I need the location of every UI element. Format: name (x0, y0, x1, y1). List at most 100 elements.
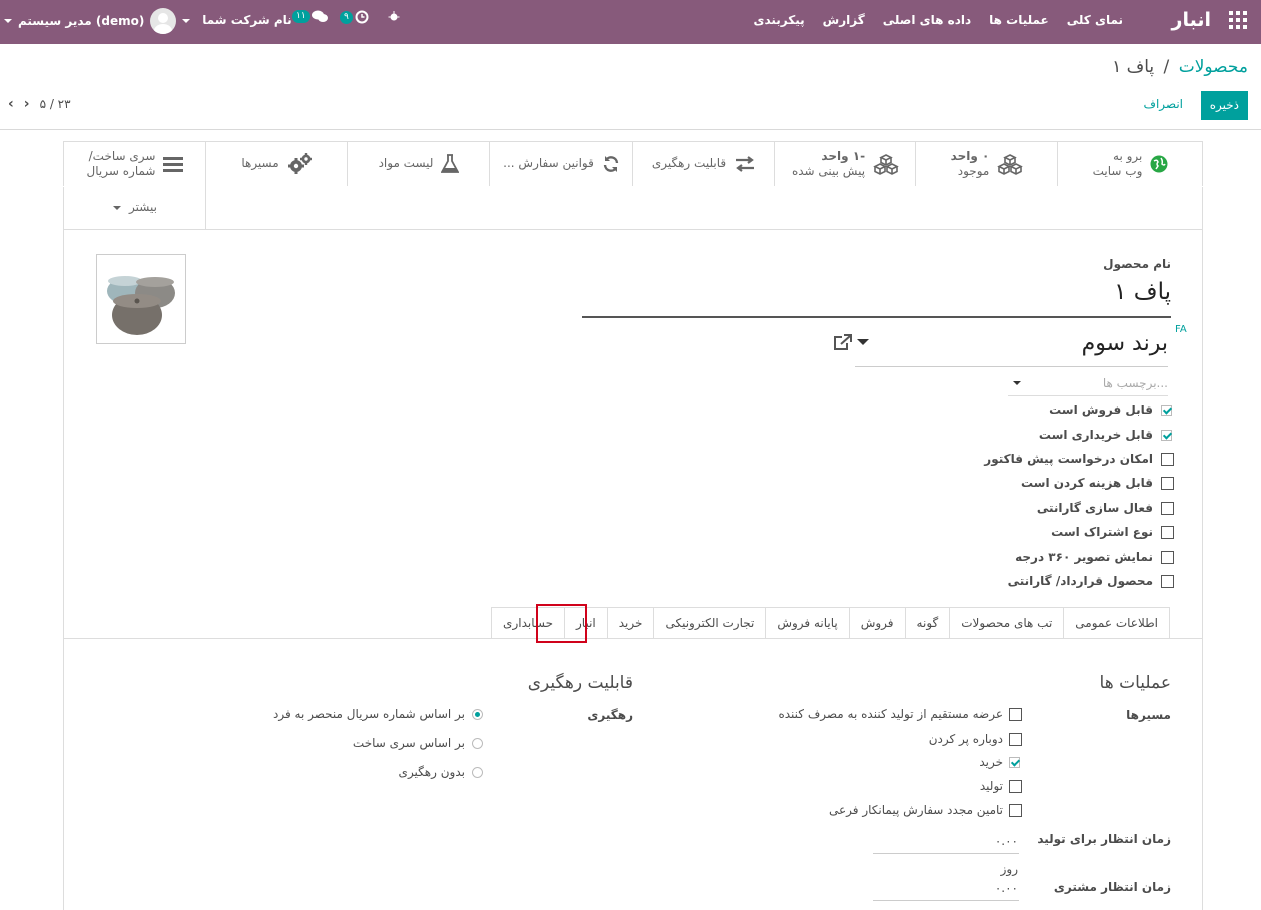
checkbox[interactable] (1009, 707, 1022, 721)
bom-label: لیست مواد (378, 156, 434, 170)
route-replenish[interactable]: دوباره پر کردن (929, 732, 1022, 746)
menu-item-configuration[interactable]: پیکربندی (753, 13, 804, 27)
forecast-button[interactable]: -۱ واحد پیش بینی شده (774, 141, 916, 186)
checkbox[interactable] (1161, 476, 1174, 490)
messages-badge: ۱۱ (292, 10, 310, 23)
menu-item-overview[interactable]: نمای کلی (1067, 13, 1123, 27)
route-buy[interactable]: خرید (979, 755, 1020, 769)
checkbox[interactable] (1161, 452, 1174, 466)
translate-button[interactable]: FA (1175, 324, 1187, 335)
route-dropship[interactable]: عرضه مستقیم از تولید کننده به مصرف کننده (778, 707, 1022, 721)
traceability-button[interactable]: قابلیت رهگیری (632, 141, 775, 186)
checkbox[interactable] (1009, 779, 1022, 793)
manufacturing-lead-field[interactable]: ۰.۰۰ (995, 834, 1018, 848)
app-brand[interactable]: انبار (1172, 9, 1211, 31)
warranty-checkbox[interactable]: فعال سازی گارانتی (1037, 501, 1174, 515)
image-360-checkbox[interactable]: نمایش تصویر ۳۶۰ درجه (1015, 550, 1174, 564)
checkbox[interactable] (1161, 550, 1174, 564)
website-button[interactable]: برو به وب سایت (1057, 141, 1203, 186)
lots-serials-button[interactable]: سری ساخت/شماره سریال (63, 141, 206, 186)
quotation-checkbox[interactable]: امکان درخواست پیش فاکتور (984, 452, 1174, 466)
exchange-icon (736, 155, 755, 172)
on-hand-button[interactable]: ۰ واحد موجود (915, 141, 1058, 186)
tracking-option-serial[interactable]: بر اساس شماره سریال منحصر به فرد (273, 707, 483, 721)
more-button[interactable]: بیشتر (63, 186, 206, 229)
tab-product-tabs[interactable]: تب های محصولات (950, 607, 1065, 639)
brand-dropdown-icon[interactable] (857, 339, 869, 345)
tags-input[interactable]: برچسب ها... (1103, 376, 1168, 390)
tags-underline (1008, 395, 1168, 396)
traceability-label: قابلیت رهگیری (651, 156, 727, 170)
subscription-checkbox[interactable]: نوع اشتراک است (1051, 525, 1174, 539)
activities-menu[interactable]: ۹ (340, 10, 369, 24)
routes-field-label: مسیرها (1126, 708, 1171, 722)
company-switcher[interactable]: نام شرکت شما (182, 13, 292, 27)
on-hand-label: موجود (957, 163, 990, 178)
menu-item-reporting[interactable]: گزارش (823, 13, 865, 27)
breadcrumb-parent[interactable]: محصولات (1179, 57, 1248, 77)
reorder-rules-button[interactable]: قوانین سفارش ... (489, 141, 633, 186)
tab-purchase[interactable]: خرید (607, 607, 655, 639)
product-name-field[interactable]: پاف ۱ (1114, 279, 1171, 305)
days-unit: روز (1000, 862, 1018, 876)
menu-item-master-data[interactable]: داده های اصلی (883, 13, 971, 27)
checkbox[interactable] (1161, 574, 1174, 588)
lots-line2: شماره سریال (86, 163, 156, 178)
tab-variants[interactable]: گونه (905, 607, 951, 639)
breadcrumb: محصولات / پاف ۱ (1112, 57, 1248, 77)
route-manufacture[interactable]: تولید (980, 779, 1022, 793)
chevron-down-icon (182, 18, 190, 23)
expense-checkbox[interactable]: قابل هزینه کردن است (1021, 476, 1174, 490)
product-image[interactable] (96, 254, 186, 344)
cubes-icon (873, 153, 899, 175)
tab-ecommerce[interactable]: تجارت الکترونیکی (654, 607, 767, 639)
purchase-ok-checkbox[interactable]: قابل خریداری است (1039, 428, 1172, 442)
debug-icon[interactable] (388, 10, 400, 22)
tracking-option-lot[interactable]: بر اساس سری ساخت (353, 736, 483, 750)
tab-sales[interactable]: فروش (849, 607, 906, 639)
checkbox[interactable] (1161, 429, 1172, 441)
on-hand-value: ۰ واحد (950, 148, 990, 163)
radio-button[interactable] (472, 766, 483, 778)
chevron-left-icon[interactable]: ‹ (8, 96, 14, 112)
operations-title: عملیات ها (1099, 673, 1171, 693)
tab-general-info[interactable]: اطلاعات عمومی (1064, 607, 1170, 639)
chevron-right-icon[interactable]: › (24, 96, 30, 112)
checkbox[interactable] (1009, 732, 1022, 746)
tags-dropdown-icon[interactable] (1013, 381, 1021, 385)
route-subcontract[interactable]: تامین مجدد سفارش پیمانکار فرعی (829, 803, 1022, 817)
customer-lead-field[interactable]: ۰.۰۰ (995, 881, 1018, 895)
menu-item-operations[interactable]: عملیات ها (989, 13, 1049, 27)
brand-select[interactable]: برند سوم (1082, 331, 1168, 356)
pager: ‹ › ۵ / ۲۳ (8, 96, 71, 112)
contract-warranty-checkbox[interactable]: محصول قرارداد/ گارانتی (1008, 574, 1174, 588)
reorder-rules-label: قوانین سفارش ... (503, 156, 594, 170)
bom-button[interactable]: لیست مواد (347, 141, 490, 186)
user-menu[interactable]: مدیر سیستم (demo) (4, 8, 177, 34)
sale-ok-checkbox[interactable]: قابل فروش است (1049, 403, 1172, 417)
external-link-icon[interactable] (833, 334, 853, 351)
apps-menu-icon[interactable] (1229, 11, 1247, 29)
product-photo (107, 276, 175, 335)
tracking-option-none[interactable]: بدون رهگیری (399, 765, 483, 779)
save-button[interactable]: ذخیره (1200, 91, 1248, 120)
product-name-underline (582, 316, 1171, 318)
radio-button[interactable] (472, 708, 483, 720)
chevron-down-icon (113, 205, 122, 210)
messages-menu[interactable]: ۱۱ (292, 10, 328, 23)
checkbox[interactable] (1009, 756, 1020, 768)
more-label: بیشتر (129, 200, 157, 214)
checkbox[interactable] (1161, 404, 1172, 416)
checkbox[interactable] (1161, 501, 1174, 515)
active-tab-highlight (536, 604, 587, 643)
checkbox[interactable] (1161, 525, 1174, 539)
tab-pos[interactable]: پایانه فروش (766, 607, 850, 639)
radio-button[interactable] (472, 737, 483, 749)
routes-button[interactable]: مسیرها (205, 141, 348, 186)
tabs-baseline (63, 638, 1203, 639)
pager-value[interactable]: ۵ / ۲۳ (40, 97, 71, 111)
discard-button[interactable]: انصراف (1144, 97, 1183, 111)
website-button-label: برو به وب سایت (1092, 148, 1143, 178)
customer-lead-underline (873, 900, 1019, 901)
checkbox[interactable] (1009, 803, 1022, 817)
